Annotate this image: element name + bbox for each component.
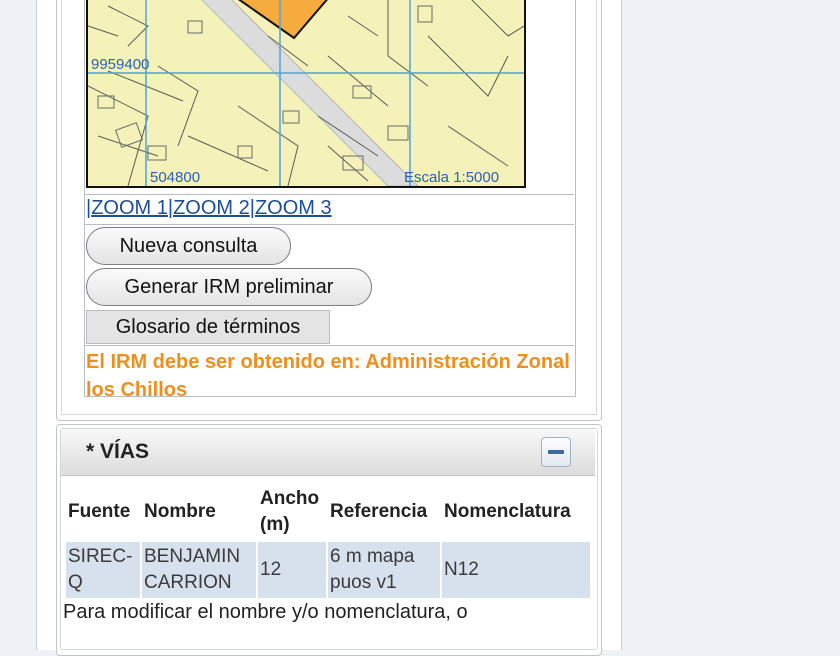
column-header: Nombre	[144, 501, 216, 522]
zoom-links: |ZOOM 1|ZOOM 2|ZOOM 3	[86, 197, 332, 220]
vias-footnote: Para modificar el nombre y/o nomenclatur…	[63, 601, 468, 623]
zoom-2-link[interactable]: ZOOM 2	[173, 197, 250, 219]
zoom-1-link[interactable]: ZOOM 1	[91, 197, 168, 219]
table-header-row: Fuente Nombre Ancho (m) Referencia Nomen…	[66, 482, 590, 542]
row-divider	[84, 224, 574, 225]
irm-notice: El IRM debe ser obtenido en: Administrac…	[86, 351, 570, 401]
zoom-3-link[interactable]: ZOOM 3	[255, 197, 332, 219]
map-scale: Escala 1:5000	[404, 169, 499, 186]
table-row: SIREC-Q BENJAMIN CARRION 12 6 m mapa puo…	[66, 542, 590, 598]
collapse-button[interactable]	[541, 437, 571, 467]
column-header: Fuente	[68, 501, 131, 522]
generar-irm-button[interactable]: Generar IRM preliminar	[86, 268, 372, 306]
table-cell: N12	[442, 542, 590, 598]
table-cell: BENJAMIN CARRION	[142, 542, 256, 598]
glosario-button[interactable]: Glosario de términos	[86, 310, 330, 344]
table-cell: 12	[258, 542, 326, 598]
table-cell: SIREC-Q	[66, 542, 140, 598]
row-divider	[84, 345, 574, 346]
column-header: Referencia	[330, 501, 428, 522]
cadastral-map[interactable]: 9959400 504800 Escala 1:5000	[86, 0, 526, 188]
row-divider	[84, 194, 574, 195]
nueva-consulta-button[interactable]: Nueva consulta	[86, 227, 291, 265]
column-header: Nomenclatura	[444, 501, 571, 522]
table-cell: 6 m mapa puos v1	[328, 542, 440, 598]
map-coord-y: 9959400	[91, 56, 149, 73]
column-header: Ancho (m)	[260, 488, 320, 535]
minus-icon	[548, 450, 564, 454]
vias-title: * VÍAS	[86, 440, 150, 463]
map-coord-x: 504800	[150, 169, 200, 186]
vias-table: Fuente Nombre Ancho (m) Referencia Nomen…	[64, 482, 592, 598]
map-canvas: 9959400 504800 Escala 1:5000	[88, 0, 524, 186]
